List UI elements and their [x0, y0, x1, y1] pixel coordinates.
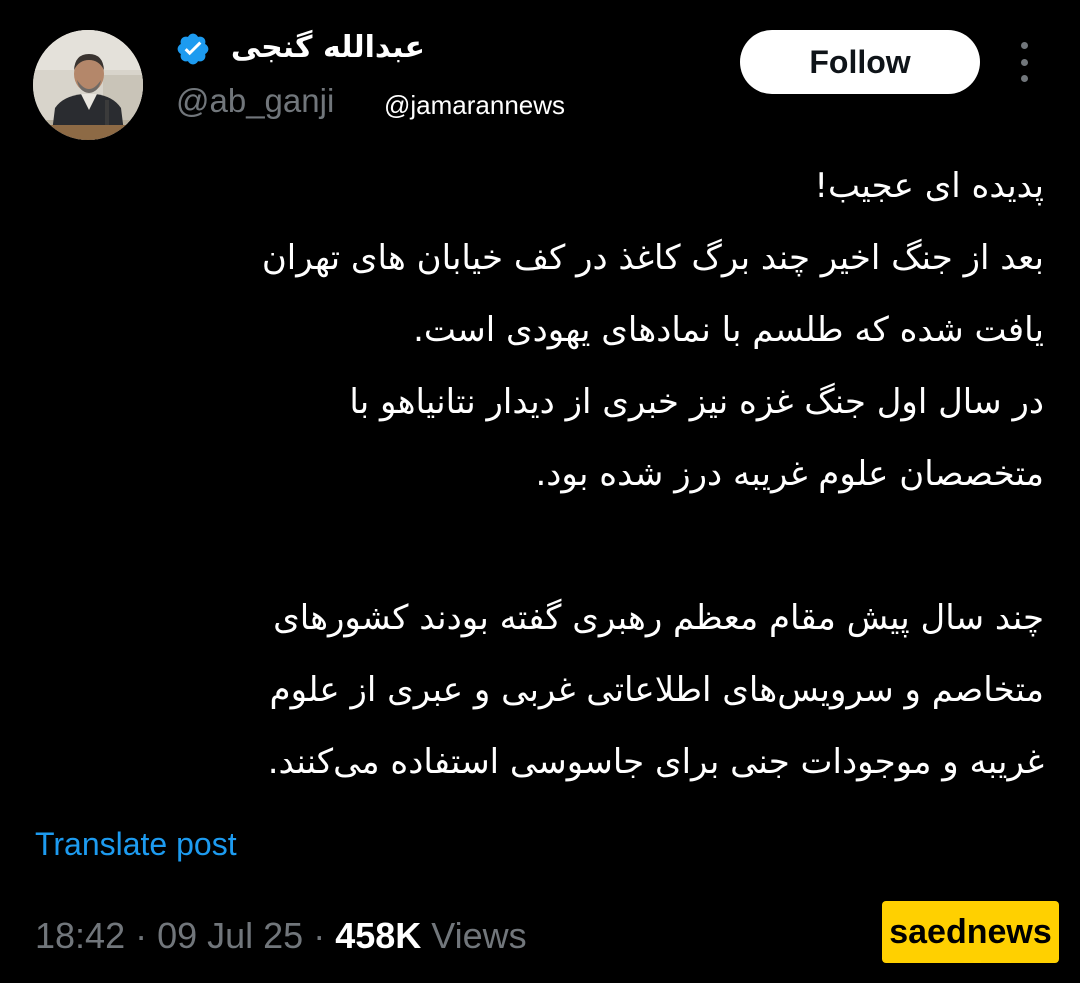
meta-separator: ·: [303, 915, 336, 956]
translate-post-link[interactable]: Translate post: [35, 826, 237, 863]
tweet-paragraph-1: پدیده ای عجیب! بعد از جنگ اخیر چند برگ ک…: [261, 166, 1044, 494]
author-handle[interactable]: @ab_ganji: [176, 82, 334, 120]
more-dot: [1020, 75, 1028, 82]
tweet-date[interactable]: 09 Jul 25: [157, 915, 303, 956]
tweet-paragraph-2: چند سال پیش مقام معظم رهبری گفته بودند ک…: [267, 598, 1044, 782]
tweet-time[interactable]: 18:42: [35, 915, 125, 956]
meta-separator: ·: [125, 915, 158, 956]
avatar-photo: [33, 30, 143, 140]
verified-badge-icon: [177, 33, 209, 65]
more-options-icon[interactable]: [1010, 42, 1038, 82]
views-count: 458K: [335, 915, 422, 956]
author-avatar[interactable]: [33, 30, 143, 140]
source-watermark: @jamarannews: [384, 90, 566, 120]
views-label: Views: [421, 915, 527, 956]
more-dot: [1020, 42, 1028, 49]
author-display-name[interactable]: عبدالله گنجی: [231, 30, 425, 65]
tweet-meta: 18:42 · 09 Jul 25 · 458K Views: [35, 915, 527, 957]
tweet-text: پدیده ای عجیب! بعد از جنگ اخیر چند برگ ک…: [24, 150, 1044, 798]
more-dot: [1020, 58, 1028, 66]
saednews-badge: saednews: [882, 901, 1059, 963]
follow-button[interactable]: Follow: [740, 30, 980, 94]
